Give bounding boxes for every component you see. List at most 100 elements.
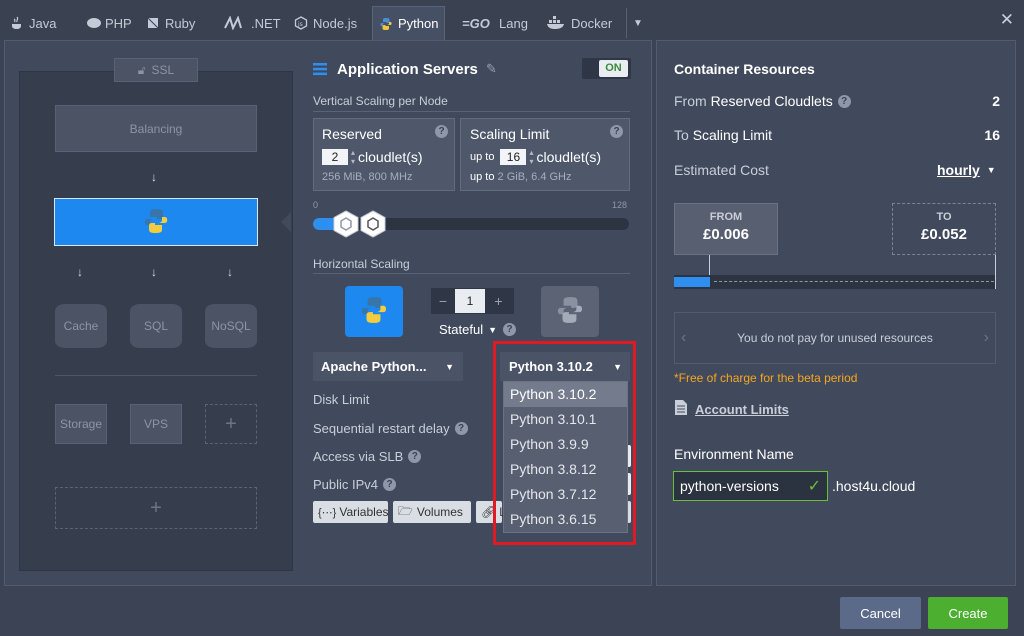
stateful-dropdown[interactable]: Stateful ▼ ? [439,322,517,337]
cost-range-dashes [714,281,994,282]
tab-docker[interactable]: Docker [546,8,612,38]
nosql-label: NoSQL [211,319,251,333]
docker-icon [546,16,566,30]
account-limits-link[interactable]: Account Limits [674,399,789,419]
restart-delay-row: Sequential restart delay ? [313,421,468,436]
close-icon[interactable]: ✕ [1000,10,1014,30]
resources-title: Container Resources [674,61,815,77]
scaling-limit-box: Scaling Limit ? up to 16 ▴ ▾ cloudlet(s) … [460,118,630,191]
cache-node[interactable]: Cache [55,304,107,348]
volumes-button[interactable]: 🗁︎ Volumes [393,501,471,523]
chevron-left-icon[interactable]: ‹ [681,329,686,347]
help-icon[interactable]: ? [610,125,623,138]
public-ipv4-row: Public IPv4 ? [313,477,397,492]
scaling-limit-input[interactable]: 16 [500,149,527,165]
cloudlets-unit: cloudlet(s) [536,149,602,165]
language-tab-bar: Java PHP Ruby .NET js Node.js Python =GO… [0,0,1024,40]
python-node-disabled-icon[interactable] [541,286,599,337]
storage-label: Storage [59,417,103,431]
nosql-node[interactable]: NoSQL [205,304,257,348]
tab-dotnet[interactable]: .NET [224,8,281,38]
create-button[interactable]: Create [928,597,1008,629]
cost-period-dropdown[interactable]: hourly ▼ [937,162,996,178]
stateful-label: Stateful [439,322,484,337]
tab-java[interactable]: Java [10,8,56,38]
stepper-icon[interactable]: ▴ ▾ [351,148,355,166]
python-icon [379,17,393,31]
domain-suffix: .host4u.cloud [832,478,916,494]
help-icon[interactable]: ? [454,422,468,435]
create-label: Create [948,605,988,621]
help-icon[interactable]: ? [383,478,397,491]
stack-dropdown[interactable]: Apache Python... ▼ [313,352,463,381]
reserved-cloudlets-input[interactable]: 2 [322,149,348,165]
disk-limit-label: Disk Limit [313,392,370,407]
tab-label: .NET [251,15,281,31]
reserved-box: Reserved ? 2 ▴ ▾ cloudlet(s) 256 MiB, 800… [313,118,455,191]
tab-nodejs[interactable]: js Node.js [294,8,357,38]
python-app-node[interactable] [54,198,258,246]
help-icon[interactable]: ? [435,125,448,138]
tab-label: Python [398,16,439,31]
edit-icon[interactable]: ✎ [486,61,497,77]
more-tabs-button[interactable]: ▼ [626,8,643,38]
from-label: From [674,93,707,109]
reserved-slider-handle[interactable] [331,209,361,239]
tab-label: Lang [499,15,528,31]
python-node-icon[interactable] [345,286,403,337]
increase-button[interactable]: + [485,293,512,309]
tab-golang[interactable]: =GO Lang [462,8,528,38]
tab-ruby[interactable]: Ruby [146,8,195,38]
to-row: To Scaling Limit [674,127,772,143]
decrease-button[interactable]: − [431,293,455,309]
add-layer-button[interactable]: + [55,487,257,529]
balancing-label: Balancing [129,121,183,136]
to-price-label: TO [936,211,952,223]
to-value: 16 [984,127,1000,143]
tab-python[interactable]: Python [372,6,446,40]
panel-pointer [281,212,291,232]
chevron-down-icon: ▼ [633,17,643,29]
to-connector [995,255,996,289]
vps-label: VPS [143,417,168,431]
highlight-frame [493,341,636,545]
slider-max-label: 128 [612,200,628,210]
vertical-scaling-label: Vertical Scaling per Node [313,94,448,108]
ssl-label: SSL [151,63,175,77]
stepper-icon[interactable]: ▴ ▾ [529,148,533,166]
app-servers-toggle[interactable]: ON [582,58,631,79]
tab-php[interactable]: PHP [86,8,132,38]
ssl-toggle[interactable]: 🔓︎ SSL [114,58,198,82]
to-label: To [674,127,689,143]
help-icon[interactable]: ? [503,323,517,336]
arrow-down-icon: ↓ [77,265,83,279]
add-node-button[interactable]: + [205,404,257,444]
cancel-button[interactable]: Cancel [840,597,921,629]
vps-node[interactable]: VPS [130,404,182,444]
scaling-limit-slider-handle[interactable] [358,209,388,239]
env-name-input[interactable]: python-versions ✓ [673,471,828,501]
node-count-input[interactable]: 1 [455,289,485,313]
volumes-label: Volumes [416,505,463,519]
public-ipv4-label: Public IPv4 [313,477,379,492]
horizontal-scaling-label: Horizontal Scaling [313,257,410,271]
cloudlets-unit: cloudlet(s) [358,149,423,165]
variables-button[interactable]: {⋯} Variables [313,501,389,523]
access-slb-label: Access via SLB [313,449,404,464]
chevron-down-icon: ▼ [986,165,996,175]
access-slb-row: Access via SLB ? [313,449,422,464]
cache-label: Cache [63,319,99,333]
divider [313,111,630,112]
sql-label: SQL [143,319,168,333]
storage-node[interactable]: Storage [55,404,107,444]
help-icon[interactable]: ? [837,94,851,108]
help-icon[interactable]: ? [408,450,422,463]
chevron-right-icon[interactable]: › [984,329,989,347]
sql-node[interactable]: SQL [130,304,182,348]
stack-label: Apache Python... [321,359,427,374]
tab-label: Java [29,15,57,31]
folder-icon: 🗁︎ [398,503,413,518]
divider [313,273,630,274]
document-icon [674,399,688,419]
balancing-node[interactable]: Balancing [55,105,257,152]
